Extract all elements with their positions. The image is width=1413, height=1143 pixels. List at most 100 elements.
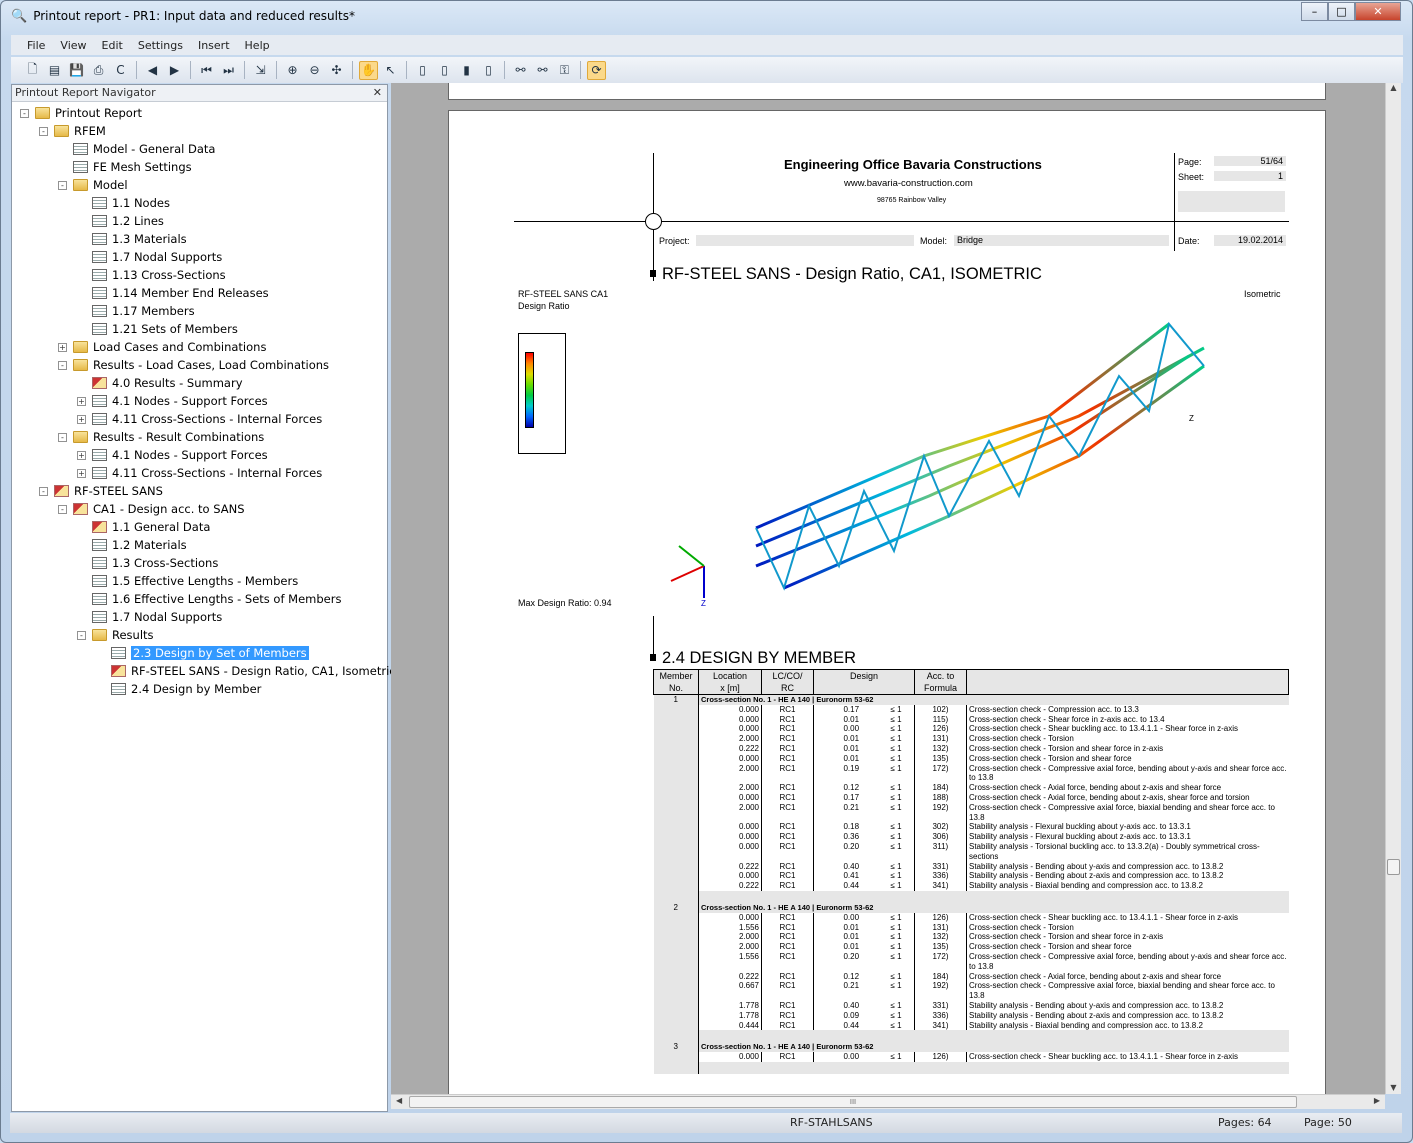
tree-item[interactable]: 1.1 Nodes bbox=[77, 194, 170, 212]
export-icon[interactable]: ⇲ bbox=[251, 61, 270, 80]
limit-cell: ≤ 1 bbox=[888, 942, 915, 952]
zoom-out-icon[interactable]: ⊖ bbox=[305, 61, 324, 80]
table-row: 0.667 RC1 0.21 ≤ 1 192) Cross-section check -… bbox=[654, 981, 1289, 1001]
formula-cell: 126) bbox=[914, 912, 967, 923]
tree-item[interactable]: - RF-STEEL SANS bbox=[39, 482, 163, 500]
collapse-icon[interactable]: - bbox=[77, 630, 86, 640]
link3-icon[interactable]: ⚿ bbox=[555, 61, 574, 80]
tree-item[interactable]: +4.1 Nodes - Support Forces bbox=[77, 392, 268, 410]
tree-item[interactable]: 2.3 Design by Set of Members bbox=[96, 644, 309, 662]
tree-item[interactable]: 2.4 Design by Member bbox=[96, 680, 261, 698]
tree-item[interactable]: + Load Cases and Combinations bbox=[58, 338, 266, 356]
collapse-icon[interactable]: - bbox=[58, 504, 67, 514]
table-icon bbox=[92, 251, 107, 263]
tree-item[interactable]: 4.0 Results - Summary bbox=[77, 374, 243, 392]
expand-icon[interactable]: + bbox=[77, 468, 86, 478]
horizontal-scrollbar[interactable]: ◀ III ▶ bbox=[391, 1094, 1385, 1109]
expand-icon[interactable]: + bbox=[77, 414, 86, 424]
tree-item[interactable]: FE Mesh Settings bbox=[58, 158, 192, 176]
tree-item[interactable]: - Model bbox=[58, 176, 128, 194]
link2-icon[interactable]: ⚯ bbox=[533, 61, 552, 80]
tree-item[interactable]: - Results - Result Combinations bbox=[58, 428, 264, 446]
lc-cell: RC1 bbox=[761, 714, 814, 725]
expand-icon[interactable]: + bbox=[58, 342, 67, 352]
location-cell: 0.222 bbox=[698, 861, 762, 872]
settings-icon[interactable]: ✣ bbox=[327, 61, 346, 80]
menu-file[interactable]: File bbox=[27, 39, 45, 52]
close-navigator-icon[interactable]: ✕ bbox=[373, 85, 382, 101]
horizontal-scroll-thumb[interactable]: III bbox=[409, 1096, 1297, 1108]
refresh-icon[interactable]: C bbox=[111, 61, 130, 80]
tree-item[interactable]: 1.7 Nodal Supports bbox=[77, 608, 222, 626]
tree-item[interactable]: +4.1 Nodes - Support Forces bbox=[77, 446, 268, 464]
tree-item[interactable]: - Results bbox=[77, 626, 154, 644]
collapse-icon[interactable]: - bbox=[58, 432, 67, 442]
tree-item[interactable]: 1.21 Sets of Members bbox=[77, 320, 238, 338]
minimize-button[interactable]: – bbox=[1301, 2, 1328, 21]
prev-icon[interactable]: ◀ bbox=[143, 61, 162, 80]
zoom-in-icon[interactable]: ⊕ bbox=[283, 61, 302, 80]
tree-item[interactable]: 1.17 Members bbox=[77, 302, 195, 320]
tree-item[interactable]: - Printout Report bbox=[20, 104, 142, 122]
last-icon[interactable]: ⏭ bbox=[219, 61, 238, 80]
page1-icon[interactable]: ▯ bbox=[413, 61, 432, 80]
tree-item[interactable]: - RFEM bbox=[39, 122, 106, 140]
menu-view[interactable]: View bbox=[60, 39, 86, 52]
maximize-button[interactable]: □ bbox=[1328, 2, 1355, 21]
tree-item[interactable]: 1.7 Nodal Supports bbox=[77, 248, 222, 266]
page4-icon[interactable]: ▯ bbox=[479, 61, 498, 80]
menu-insert[interactable]: Insert bbox=[198, 39, 230, 52]
tree-item[interactable]: +4.11 Cross-Sections - Internal Forces bbox=[77, 410, 322, 428]
page3-icon[interactable]: ▮ bbox=[457, 61, 476, 80]
menu-help[interactable]: Help bbox=[245, 39, 270, 52]
save-icon[interactable]: 💾 bbox=[67, 61, 86, 80]
tree-item[interactable]: 1.6 Effective Lengths - Sets of Members bbox=[77, 590, 341, 608]
tree-item[interactable]: - Results - Load Cases, Load Combinations bbox=[58, 356, 329, 374]
tree-item[interactable]: 1.14 Member End Releases bbox=[77, 284, 269, 302]
description-cell: Cross-section check - Torsion and shear … bbox=[969, 932, 1164, 942]
tree-item[interactable]: - CA1 - Design acc. to SANS bbox=[58, 500, 245, 518]
hand-icon[interactable]: ✋ bbox=[359, 60, 378, 80]
tree-item[interactable]: 1.3 Cross-Sections bbox=[77, 554, 218, 572]
collapse-icon[interactable]: - bbox=[58, 360, 67, 370]
description-cell: Stability analysis - Biaxial bending and… bbox=[969, 1020, 1203, 1030]
menu-settings[interactable]: Settings bbox=[138, 39, 183, 52]
open-icon[interactable]: ▤ bbox=[45, 61, 64, 80]
tree-item[interactable]: Model - General Data bbox=[58, 140, 215, 158]
link1-icon[interactable]: ⚯ bbox=[511, 61, 530, 80]
tree-item[interactable]: 1.1 General Data bbox=[77, 518, 210, 536]
tree-item[interactable]: 1.2 Lines bbox=[77, 212, 164, 230]
page2-icon[interactable]: ▯ bbox=[435, 61, 454, 80]
tree-item[interactable]: RF-STEEL SANS - Design Ratio, CA1, Isome… bbox=[96, 662, 396, 680]
print-icon[interactable]: ⎙ bbox=[89, 61, 108, 80]
limit-cell: ≤ 1 bbox=[888, 881, 915, 891]
tree-item[interactable]: 1.3 Materials bbox=[77, 230, 187, 248]
tree-item[interactable]: 1.13 Cross-Sections bbox=[77, 266, 226, 284]
tree-item[interactable]: +4.11 Cross-Sections - Internal Forces bbox=[77, 464, 322, 482]
expand-icon[interactable]: + bbox=[77, 396, 86, 406]
first-icon[interactable]: ⏮ bbox=[197, 61, 216, 80]
vertical-scrollbar[interactable]: ▲ ▼ bbox=[1385, 83, 1401, 1094]
menu-edit[interactable]: Edit bbox=[102, 39, 123, 52]
description-cell: Cross-section check - Shear buckling acc… bbox=[969, 724, 1239, 734]
description-cell: Stability analysis - Bending about y-axi… bbox=[969, 1000, 1224, 1010]
sync-icon[interactable]: ⟳ bbox=[587, 60, 606, 80]
lc-cell: RC1 bbox=[761, 861, 814, 872]
close-button[interactable]: ✕ bbox=[1355, 2, 1401, 21]
description-cell: Cross-section check - Torsion bbox=[969, 922, 1074, 932]
tree-item[interactable]: 1.5 Effective Lengths - Members bbox=[77, 572, 298, 590]
collapse-icon[interactable]: - bbox=[39, 126, 48, 136]
collapse-icon[interactable]: - bbox=[39, 486, 48, 496]
formula-cell: 341) bbox=[914, 1020, 967, 1031]
collapse-icon[interactable]: - bbox=[58, 180, 67, 190]
expand-icon[interactable]: + bbox=[77, 450, 86, 460]
next-icon[interactable]: ▶ bbox=[165, 61, 184, 80]
table-row: 2.000 RC1 0.12 ≤ 1 184) Cross-section check -… bbox=[654, 783, 1289, 793]
vertical-scroll-thumb[interactable] bbox=[1387, 859, 1400, 875]
description-cell: Cross-section check - Compressive axial … bbox=[969, 981, 1275, 1001]
new-icon[interactable]: 🗋 bbox=[23, 61, 42, 80]
tree-item[interactable]: 1.2 Materials bbox=[77, 536, 187, 554]
select-icon[interactable]: ↖ bbox=[381, 61, 400, 80]
lc-cell: RC1 bbox=[761, 912, 814, 923]
collapse-icon[interactable]: - bbox=[20, 108, 29, 118]
